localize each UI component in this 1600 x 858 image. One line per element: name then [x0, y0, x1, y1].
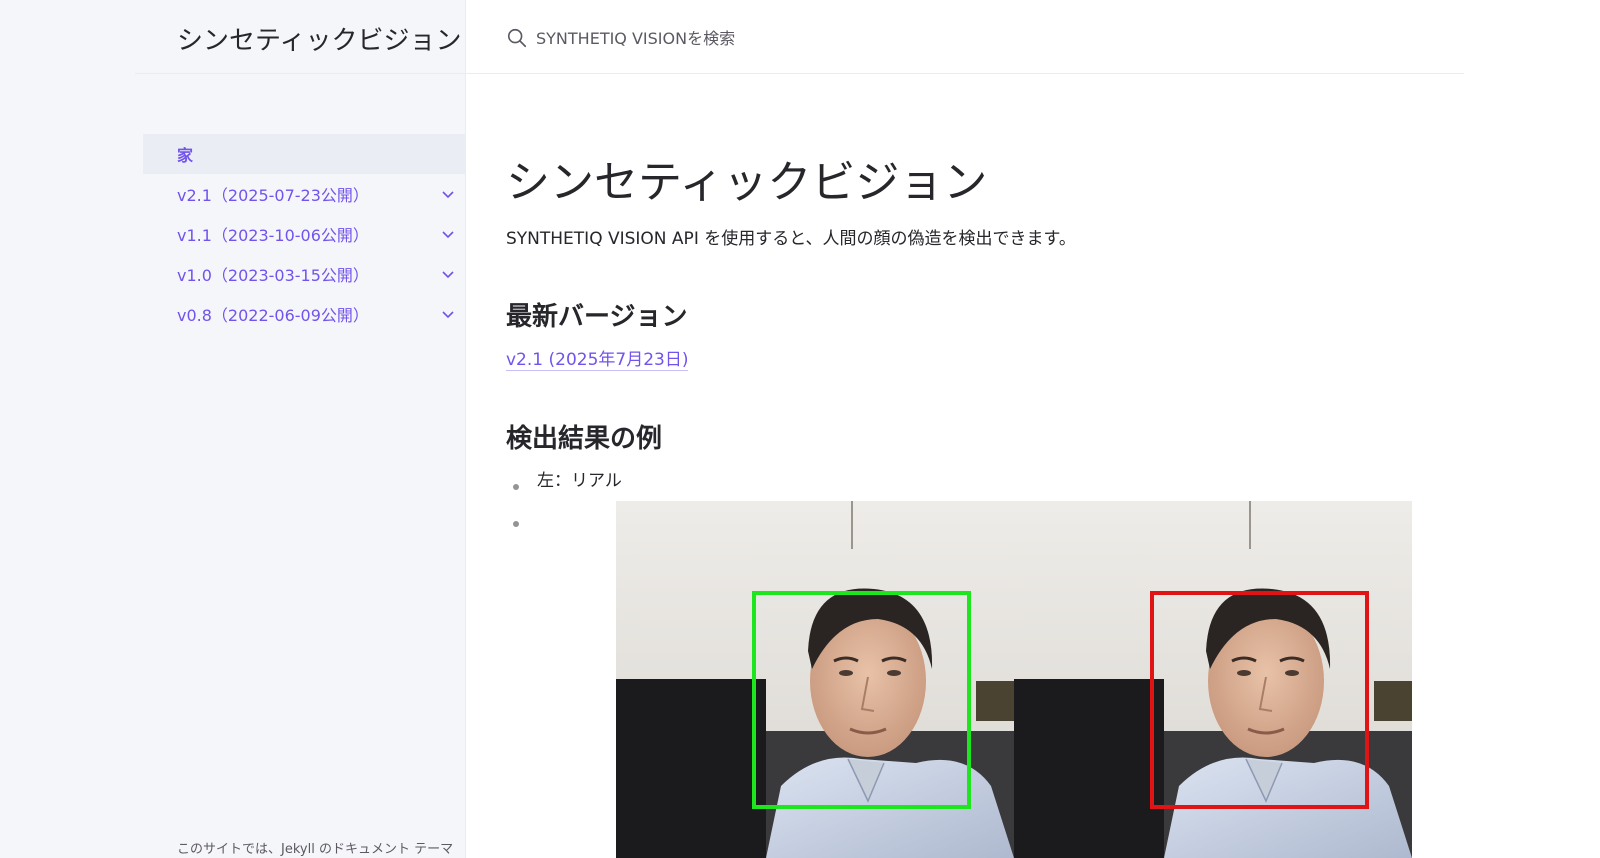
header-divider — [135, 73, 1464, 74]
search-input[interactable] — [536, 28, 896, 48]
search-icon — [507, 28, 527, 48]
nav-item-v2-1[interactable]: v2.1（2025-07-23公開） — [143, 174, 466, 214]
latest-version-link[interactable]: v2.1 (2025年7月23日) — [506, 345, 689, 371]
site-title[interactable]: シンセティックビジョン — [177, 20, 461, 57]
nav-item-v1-1[interactable]: v1.1（2023-10-06公開） — [143, 214, 466, 254]
sidebar-nav: 家 v2.1（2025-07-23公開） v1.1（2023-10-06公開） … — [143, 134, 466, 334]
list-item: 左：リアル — [537, 471, 622, 491]
sidebar — [0, 0, 466, 858]
sidebar-divider — [465, 0, 466, 858]
nav-item-v1-0[interactable]: v1.0（2023-03-15公開） — [143, 254, 466, 294]
detection-example-image — [616, 501, 1412, 858]
latest-version-heading: 最新バージョン — [506, 302, 688, 332]
page-title: シンセティックビジョン — [506, 157, 988, 208]
nav-item-v0-8[interactable]: v0.8（2022-06-09公開） — [143, 294, 466, 334]
footer-note: このサイトでは、Jekyll のドキュメント テーマ — [177, 842, 454, 857]
nav-item-label: v1.0（2023-03-15公開） — [177, 266, 369, 285]
nav-item-label: 家 — [177, 146, 194, 165]
nav-item-home[interactable]: 家 — [143, 134, 466, 174]
chevron-down-icon[interactable] — [440, 266, 456, 282]
list-bullet — [513, 484, 519, 490]
chevron-down-icon[interactable] — [440, 186, 456, 202]
chevron-down-icon[interactable] — [440, 306, 456, 322]
intro-text: SYNTHETIQ VISION API を使用すると、人間の顔の偽造を検出でき… — [506, 229, 1076, 249]
search-bar[interactable] — [506, 24, 896, 52]
nav-item-label: v0.8（2022-06-09公開） — [177, 306, 369, 325]
list-bullet — [513, 521, 519, 527]
nav-item-label: v1.1（2023-10-06公開） — [177, 226, 369, 245]
nav-item-label: v2.1（2025-07-23公開） — [177, 186, 369, 205]
examples-heading: 検出結果の例 — [506, 424, 663, 454]
chevron-down-icon[interactable] — [440, 226, 456, 242]
